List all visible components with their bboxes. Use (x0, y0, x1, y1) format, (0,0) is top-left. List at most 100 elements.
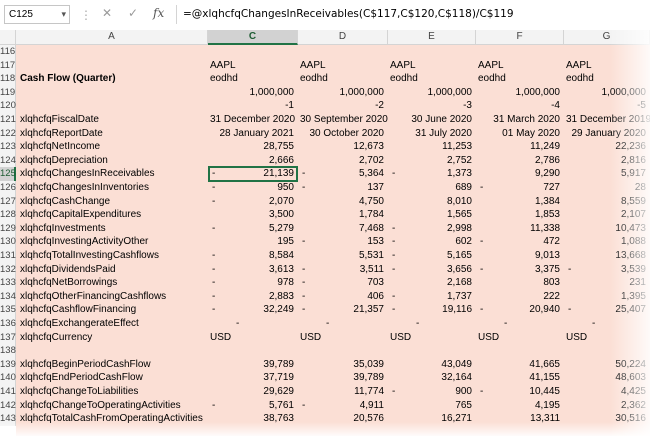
cell-value[interactable]: AAPL (478, 59, 560, 73)
row-header-134[interactable]: 134 (0, 289, 16, 304)
cell-value[interactable]: USD (300, 331, 384, 345)
enter-icon[interactable]: ✓ (128, 6, 138, 20)
cell-value[interactable]: 32,249 (210, 303, 294, 317)
cell-value[interactable]: 2,666 (210, 154, 294, 168)
cell-value[interactable]: USD (390, 331, 472, 345)
row-header-143[interactable]: 143 (0, 412, 16, 426)
cell-value[interactable]: 1,000,000 (566, 86, 647, 100)
cell-value[interactable]: eodhd (478, 72, 560, 86)
cell-value[interactable]: 406 (300, 290, 384, 304)
cell-value[interactable]: 1,565 (390, 208, 472, 222)
cell-value[interactable]: - (236, 317, 326, 331)
row-header-120[interactable]: 120 (0, 99, 16, 113)
cancel-icon[interactable]: ✕ (102, 6, 112, 20)
cell-value[interactable]: - (416, 317, 504, 331)
cell-value[interactable]: eodhd (566, 72, 646, 86)
column-header-e[interactable]: E (388, 30, 476, 45)
cell-value[interactable]: 2,107 (566, 208, 646, 222)
column-header-a[interactable]: A (16, 30, 208, 45)
cell-value[interactable]: 16,271 (390, 412, 472, 426)
cell-value[interactable]: 2,816 (566, 154, 646, 168)
cell-value[interactable]: 29 January 2020 (566, 127, 646, 141)
cell-value[interactable]: 35,039 (300, 358, 384, 372)
cell-value[interactable]: 1,000,000 (300, 86, 385, 100)
row-header-119[interactable]: 119 (0, 85, 16, 100)
cell-label[interactable]: xlqhcfqReportDate (20, 127, 206, 141)
cell-value[interactable]: 37,719 (210, 371, 294, 385)
cell-value[interactable]: 2,168 (390, 276, 472, 290)
cell-value[interactable]: AAPL (210, 59, 294, 73)
cell-value[interactable]: 2,752 (390, 154, 472, 168)
cell-label[interactable]: Cash Flow (Quarter) (20, 72, 206, 86)
row-header-116[interactable]: 116 (0, 45, 16, 59)
cell-value[interactable]: 978 (210, 276, 294, 290)
insert-function-icon[interactable]: fx (153, 6, 164, 20)
cell-value[interactable]: - (504, 317, 592, 331)
cell-label[interactable]: xlqhcfqInvestments (20, 222, 206, 236)
cell-label[interactable]: xlqhcfqCapitalExpenditures (20, 208, 206, 222)
cell-value[interactable]: 2,070 (210, 195, 294, 209)
cell-value[interactable]: 11,774 (300, 385, 384, 399)
row-header-118[interactable]: 118 (0, 72, 16, 86)
cell-label[interactable]: xlqhcfqNetBorrowings (20, 276, 206, 290)
formula-input[interactable]: =@xlqhcfqChangesInReceivables(C$117,C$12… (176, 5, 650, 24)
cell-label[interactable]: xlqhcfqCashflowFinancing (20, 303, 206, 317)
cell-label[interactable]: xlqhcfqOtherFinancingCashflows (20, 290, 206, 304)
row-header-139[interactable]: 139 (0, 357, 16, 372)
cell-value[interactable]: 703 (300, 276, 384, 290)
cell-value[interactable]: 50,224 (566, 358, 646, 372)
cell-value[interactable]: 21,357 (300, 303, 384, 317)
cell-value[interactable]: 1,000,000 (478, 86, 561, 100)
cell-value[interactable]: 602 (390, 235, 472, 249)
cell-value[interactable]: 8,584 (210, 249, 294, 263)
column-header-f[interactable]: F (476, 30, 564, 45)
cell-value[interactable]: 195 (210, 235, 294, 249)
cell-value[interactable]: 4,911 (300, 399, 384, 413)
cell-value[interactable]: 5,917 (566, 167, 646, 181)
row-header-138[interactable]: 138 (0, 344, 16, 358)
cell-value[interactable]: 2,362 (566, 399, 646, 413)
cell-label[interactable]: xlqhcfqFiscalDate (20, 113, 206, 127)
cell-value[interactable]: USD (566, 331, 646, 345)
cell-value[interactable]: -1 (210, 99, 294, 113)
cell-label[interactable]: xlqhcfqDepreciation (20, 154, 206, 168)
cell-value[interactable]: 39,789 (300, 371, 384, 385)
cell-value[interactable]: AAPL (300, 59, 384, 73)
cell-value[interactable]: 22,236 (566, 140, 646, 154)
cell-value[interactable]: 20,940 (478, 303, 560, 317)
cell-value[interactable]: 5,531 (300, 249, 384, 263)
cell-value[interactable]: 222 (478, 290, 560, 304)
cell-value[interactable]: 41,665 (478, 358, 560, 372)
row-header-127[interactable]: 127 (0, 194, 16, 209)
cell-value[interactable]: eodhd (210, 72, 294, 86)
cell-value[interactable]: 472 (478, 235, 560, 249)
cell-value[interactable]: - (592, 317, 650, 331)
cell-value[interactable]: 3,375 (478, 263, 560, 277)
cell-value[interactable]: 31 July 2020 (390, 127, 472, 141)
cell-value[interactable]: AAPL (390, 59, 472, 73)
cell-value[interactable]: 153 (300, 235, 384, 249)
cell-value[interactable]: 39,789 (210, 358, 294, 372)
cell-value[interactable]: AAPL (566, 59, 646, 73)
cell-label[interactable]: xlqhcfqTotalCashFromOperatingActivities (20, 412, 206, 426)
cell-value[interactable]: 8,010 (390, 195, 472, 209)
cell-value[interactable]: -4 (478, 99, 560, 113)
cell-value[interactable]: -5 (566, 99, 646, 113)
cell-value[interactable]: 1,088 (566, 235, 646, 249)
cell-label[interactable]: xlqhcfqChangeToOperatingActivities (20, 399, 206, 413)
cell-value[interactable]: 5,165 (390, 249, 472, 263)
column-header-c[interactable]: C (208, 30, 298, 45)
select-all-corner[interactable] (0, 30, 16, 45)
cell-label[interactable]: xlqhcfqChangeToLiabilities (20, 385, 206, 399)
cell-value[interactable]: 10,445 (478, 385, 560, 399)
cell-value[interactable]: 30 June 2020 (390, 113, 472, 127)
drag-handle-icon[interactable]: ⋮ (80, 8, 92, 22)
row-header-132[interactable]: 132 (0, 262, 16, 277)
cell-value[interactable]: 48,603 (566, 371, 646, 385)
cell-value[interactable]: 1,373 (390, 167, 472, 181)
cell-value[interactable]: 28 January 2021 (210, 127, 294, 141)
cell-value[interactable]: 31 December 2019 (566, 113, 650, 127)
cell-value[interactable]: 31 December 2020 (210, 113, 295, 127)
cell-value[interactable]: 8,559 (566, 195, 646, 209)
cell-value[interactable]: 12,673 (300, 140, 384, 154)
